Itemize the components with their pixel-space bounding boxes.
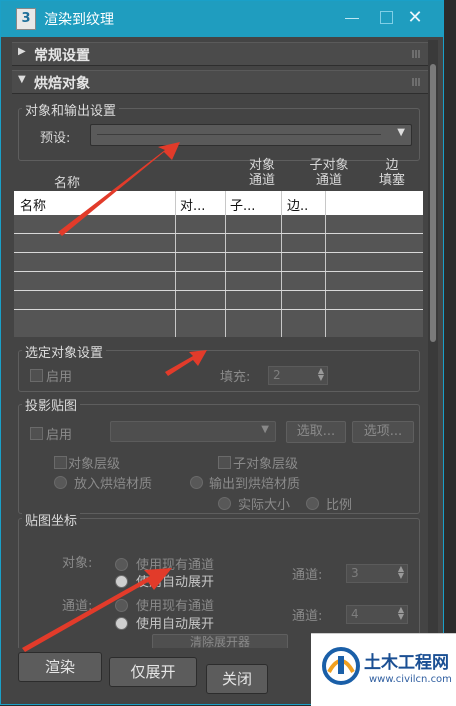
rollout-bake-objects[interactable]: ▼ 烘焙对象 <box>12 70 428 94</box>
preset-value <box>97 134 381 135</box>
object-use-existing-radio[interactable] <box>115 558 128 571</box>
projection-group-label: 投影贴图 <box>22 395 81 414</box>
mapping-channel-label: 通道: <box>62 599 93 614</box>
put-to-bake-label: 放入烘焙材质 <box>74 477 153 492</box>
sub-use-existing-label: 使用现有通道 <box>136 599 215 614</box>
projection-modifier-dropdown[interactable]: ▼ <box>110 421 276 442</box>
header-name: 名称 <box>54 176 81 191</box>
spinner-arrows-icon: ▲ ▼ <box>317 366 324 382</box>
header-object-channel: 对象 通道 <box>248 158 275 188</box>
rollout-grip-icon <box>412 50 420 58</box>
sub-use-existing-radio[interactable] <box>115 599 128 612</box>
table-row[interactable] <box>14 309 423 310</box>
sub-channel-value: 4 <box>351 607 359 621</box>
object-use-auto-radio[interactable] <box>115 575 128 588</box>
selected-object-group-label: 选定对象设置 <box>22 342 107 361</box>
object-output-group-label: 对象和输出设置 <box>22 100 120 119</box>
object-channel-field-label: 通道: <box>292 568 323 583</box>
column-name[interactable]: 名称 <box>20 195 46 214</box>
put-to-bake-radio[interactable] <box>54 476 67 489</box>
watermark-url: www.civilcn.com <box>369 674 452 685</box>
spinner-arrows-icon: ▲ ▼ <box>397 564 404 580</box>
sub-channel-spinner[interactable]: 4 ▲ ▼ <box>346 605 408 624</box>
column-divider <box>281 191 282 337</box>
table-row[interactable] <box>14 290 423 291</box>
watermark-name: 土木工程网 <box>364 653 449 673</box>
collapse-triangle-icon: ▼ <box>18 74 26 85</box>
actual-size-label: 实际大小 <box>238 498 291 513</box>
proportional-radio[interactable] <box>306 497 319 510</box>
sub-use-auto-radio[interactable] <box>115 617 128 630</box>
bake-objects-table[interactable]: 名称 对... 子... 边.. <box>14 191 423 337</box>
column-divider <box>225 191 226 337</box>
rollout-common-settings[interactable]: ▶ 常规设置 <box>12 42 428 66</box>
column-divider <box>175 191 176 337</box>
padding-label: 填充: <box>220 370 251 385</box>
table-row[interactable] <box>14 271 423 272</box>
selected-enable-checkbox[interactable] <box>30 369 43 382</box>
mapping-object-label: 对象: <box>62 556 93 571</box>
rollout-label: 烘焙对象 <box>34 76 90 92</box>
padding-value: 2 <box>273 368 281 382</box>
expand-triangle-icon: ▶ <box>18 46 26 57</box>
spinner-arrows-icon: ▲ ▼ <box>397 605 404 621</box>
chevron-down-icon: ▼ <box>261 424 269 435</box>
minimize-icon[interactable] <box>345 18 359 19</box>
column-object-channel[interactable]: 对... <box>180 195 205 214</box>
sub-channel-field-label: 通道: <box>292 609 323 624</box>
subobject-level-label: 子对象层级 <box>233 457 299 472</box>
scrollbar-thumb[interactable] <box>430 64 436 342</box>
table-row[interactable] <box>14 252 423 253</box>
column-divider <box>325 191 326 337</box>
object-level-checkbox[interactable] <box>54 456 67 469</box>
object-channel-value: 3 <box>351 566 359 580</box>
rollout-label: 常规设置 <box>34 48 90 64</box>
padding-spinner[interactable]: 2 ▲ ▼ <box>268 366 328 385</box>
maximize-icon[interactable] <box>380 11 393 24</box>
column-sub-channel[interactable]: 子... <box>230 195 255 214</box>
rollout-grip-icon <box>412 78 420 86</box>
options-button[interactable]: 选项... <box>352 421 414 443</box>
actual-size-radio[interactable] <box>218 497 231 510</box>
subobject-level-checkbox[interactable] <box>218 456 231 469</box>
close-icon[interactable]: ✕ <box>400 8 430 28</box>
preset-dropdown[interactable]: ▼ <box>90 124 412 146</box>
watermark-logo: 土木工程网 www.civilcn.com <box>311 633 456 706</box>
column-edge-padding[interactable]: 边.. <box>287 195 308 214</box>
selected-enable-label: 启用 <box>46 370 73 385</box>
mapping-coords-group <box>18 518 420 650</box>
preset-label: 预设: <box>40 131 71 146</box>
table-row[interactable] <box>14 233 423 234</box>
unwrap-only-button[interactable]: 仅展开 <box>109 657 197 687</box>
projection-enable-label: 启用 <box>46 428 73 443</box>
object-level-label: 对象层级 <box>68 457 121 472</box>
chevron-down-icon: ▼ <box>397 127 405 138</box>
object-use-auto-label: 使用自动展开 <box>136 575 215 590</box>
render-button[interactable]: 渲染 <box>18 652 102 682</box>
output-to-bake-label: 输出到烘焙材质 <box>209 477 301 492</box>
header-subobject-channel: 子对象 通道 <box>309 158 349 188</box>
civilcn-logo-icon <box>322 647 360 685</box>
mapping-coords-group-label: 贴图坐标 <box>22 510 81 529</box>
close-button[interactable]: 关闭 <box>206 664 268 694</box>
table-header-row <box>14 191 423 215</box>
window-title: 渲染到纹理 <box>44 12 114 28</box>
pick-button[interactable]: 选取... <box>286 421 346 443</box>
sub-use-auto-label: 使用自动展开 <box>136 617 215 632</box>
projection-enable-checkbox[interactable] <box>30 427 43 440</box>
proportional-label: 比例 <box>326 498 353 513</box>
object-channel-spinner[interactable]: 3 ▲ ▼ <box>346 564 408 583</box>
header-edge-padding: 边 填塞 <box>378 158 405 188</box>
output-to-bake-radio[interactable] <box>190 476 203 489</box>
app-3dsmax-icon: 3 <box>16 8 36 30</box>
